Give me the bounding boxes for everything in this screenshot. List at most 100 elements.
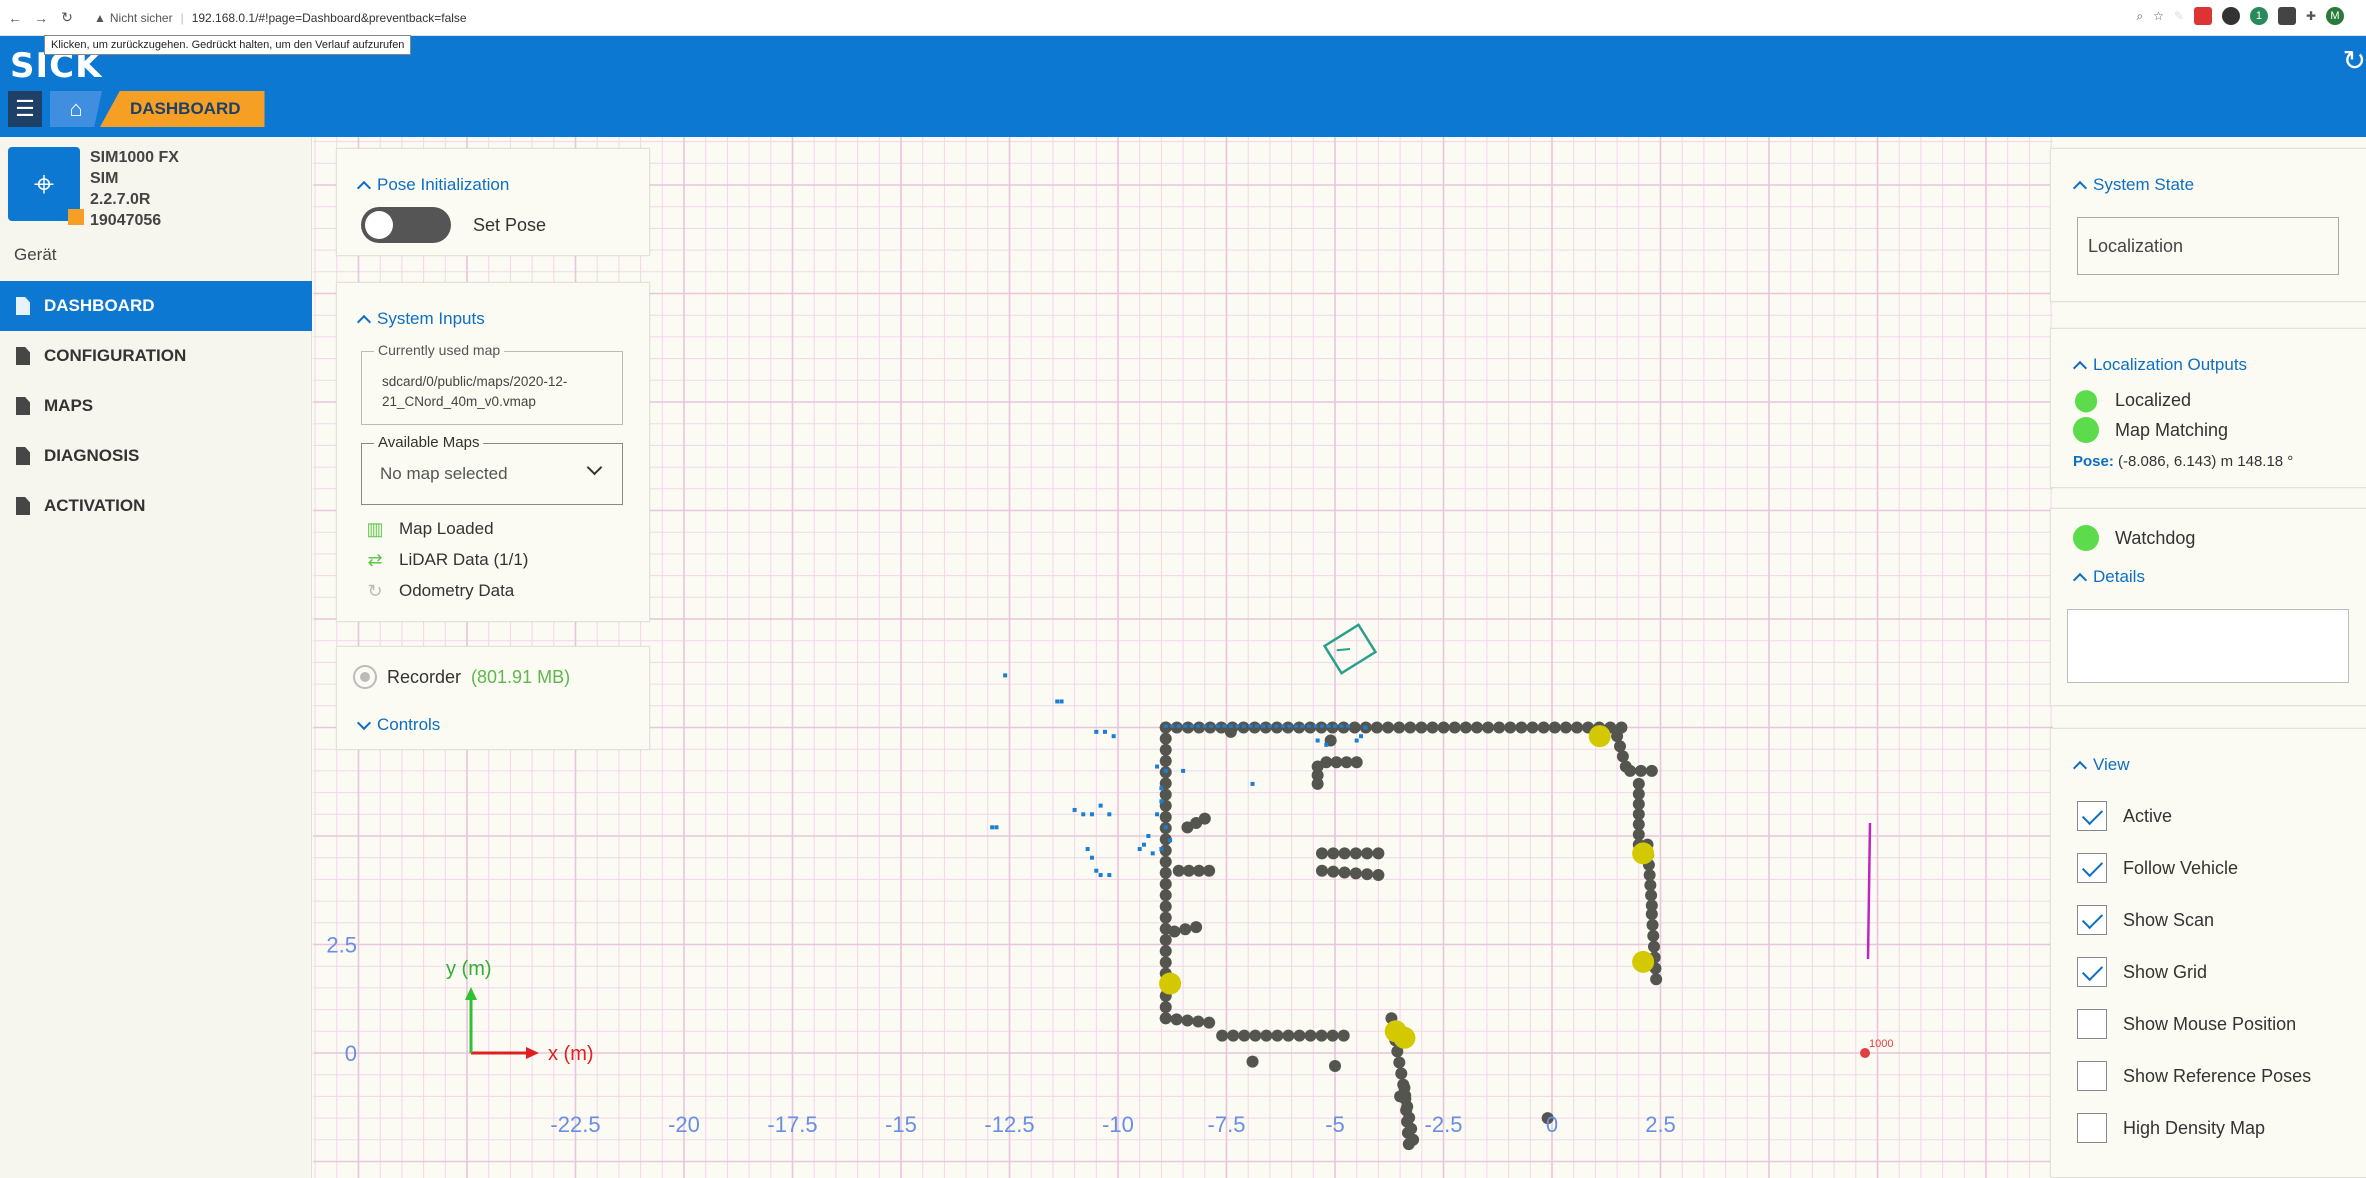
obstacle-point [1634, 764, 1647, 777]
set-pose-label: Set Pose [473, 215, 547, 235]
url-separator: | [180, 10, 184, 25]
scan-point [1168, 838, 1173, 843]
y-axis-label: y (m) [446, 958, 492, 980]
obstacle-point [1372, 847, 1385, 860]
hamburger-menu-button[interactable]: ☰ [8, 91, 42, 127]
reload-icon[interactable]: ↻ [56, 7, 78, 29]
sidebar-item-label: MAPS [44, 396, 94, 415]
sidebar-item-dashboard[interactable]: DASHBOARD [0, 281, 312, 331]
scan-point [1293, 724, 1298, 728]
checkbox[interactable] [2077, 905, 2107, 935]
system-state-header[interactable]: System State [2072, 175, 2194, 195]
extension-grid-icon[interactable] [2277, 7, 2296, 25]
scan-point [1313, 724, 1318, 728]
obstacle-point [1203, 864, 1216, 877]
sidebar-item-diagnosis[interactable]: DIAGNOSIS [0, 431, 312, 481]
extension-faded-icon[interactable]: ✎ [2174, 9, 2184, 23]
reference-marker [1632, 950, 1655, 973]
scan-point [1146, 834, 1151, 838]
obstacle-point [1159, 956, 1172, 969]
option-label: Show Scan [2123, 909, 2215, 930]
view-option-show-grid[interactable]: Show Grid [2077, 957, 2207, 987]
security-indicator[interactable]: ▲ Nicht sicher [94, 11, 173, 25]
system-inputs-panel: System Inputs Currently used map sdcard/… [336, 282, 650, 622]
refresh-icon[interactable]: ↻ [2343, 44, 2366, 77]
set-pose-toggle[interactable] [361, 207, 451, 243]
sidebar: ⌖ SIM1000 FX SIM 2.2.7.0R 19047056 Gerät… [0, 137, 312, 1178]
checkbox[interactable] [2077, 957, 2107, 987]
view-panel: View Active Follow Vehicle Show Scan Sho… [2050, 728, 2366, 1178]
obstacle-point [1329, 1060, 1341, 1073]
obstacle-point [1203, 1016, 1216, 1029]
view-option-show-reference-poses[interactable]: Show Reference Poses [2077, 1061, 2311, 1091]
localization-outputs-panel: Localization Outputs ⬤ Localized Map Mat… [2050, 328, 2366, 488]
current-map-value: sdcard/0/public/maps/2020-12-21_CNord_40… [382, 374, 568, 409]
device-version: 2.2.7.0R [90, 191, 151, 208]
view-header[interactable]: View [2072, 755, 2130, 775]
scan-point [1274, 724, 1279, 728]
obstacle-point [1246, 1055, 1259, 1068]
scan-point [1089, 812, 1094, 817]
sidebar-item-maps[interactable]: MAPS [0, 381, 312, 431]
address-bar[interactable]: 192.168.0.1/#!page=Dashboard&preventback… [192, 11, 467, 25]
pose-readout: Pose: (-8.086, 6.143) m 148.18 ° [2073, 453, 2293, 470]
checkbox[interactable] [2077, 1113, 2107, 1143]
scan-point [1315, 738, 1320, 743]
option-label: Active [2123, 805, 2173, 826]
current-map-label: Currently used map [374, 342, 505, 358]
scan-point [1306, 724, 1311, 728]
pose-initialization-header[interactable]: Pose Initialization [356, 175, 509, 195]
obstacle-point [1227, 1029, 1240, 1042]
origin-marker-label: 1000 [1869, 1038, 1893, 1050]
obstacle-point [1361, 868, 1374, 881]
x-tick-label: 2.5 [1645, 1112, 1676, 1137]
home-button[interactable]: ⌂ [50, 91, 102, 127]
obstacle-point [1515, 721, 1528, 734]
bookmark-star-icon[interactable]: ☆ [2153, 9, 2164, 23]
checkbox[interactable] [2077, 853, 2107, 883]
extension-dark-icon[interactable] [2221, 7, 2240, 25]
zoom-icon[interactable]: ⌕ [2136, 9, 2143, 24]
view-option-follow-vehicle[interactable]: Follow Vehicle [2077, 853, 2238, 883]
recorder-size: (801.91 MB) [471, 666, 571, 687]
extension-red-icon[interactable] [2193, 7, 2212, 25]
back-icon[interactable]: ← [4, 7, 26, 29]
view-option-show-mouse-position[interactable]: Show Mouse Position [2077, 1009, 2296, 1039]
localized-label: Localized [2115, 389, 2192, 410]
scan-point [1254, 724, 1259, 728]
scan-point [1055, 699, 1060, 704]
sidebar-item-activation[interactable]: ACTIVATION [0, 481, 312, 531]
x-tick-label: 0 [1546, 1112, 1558, 1137]
scan-point [1142, 842, 1147, 847]
option-label: Follow Vehicle [2123, 857, 2239, 878]
sidebar-item-label: ACTIVATION [44, 496, 146, 515]
sidebar-item-label: DIAGNOSIS [44, 446, 140, 465]
obstacle-point [1168, 925, 1181, 938]
reference-marker [1393, 1026, 1416, 1049]
view-option-show-scan[interactable]: Show Scan [2077, 905, 2214, 935]
checkbox[interactable] [2077, 801, 2107, 831]
view-option-active[interactable]: Active [2077, 801, 2172, 831]
sidebar-item-configuration[interactable]: CONFIGURATION [0, 331, 312, 381]
chevron-down-icon [356, 715, 372, 730]
puzzle-icon[interactable]: ✚ [2306, 9, 2316, 23]
forward-icon[interactable]: → [30, 7, 52, 29]
obstacle-point [1315, 864, 1328, 877]
warning-icon: ▲ [94, 10, 106, 25]
scan-point [1003, 673, 1008, 678]
checkbox[interactable] [2077, 1061, 2107, 1091]
controls-header[interactable]: Controls [356, 715, 440, 735]
record-icon[interactable] [353, 665, 377, 689]
view-option-high-density-map[interactable]: High Density Map [2077, 1113, 2265, 1143]
extension-badge-icon[interactable]: 1 [2249, 7, 2268, 25]
localization-outputs-header[interactable]: Localization Outputs [2072, 355, 2247, 375]
profile-avatar[interactable]: M [2326, 7, 2344, 25]
breadcrumb-dashboard[interactable]: DASHBOARD [100, 91, 265, 127]
system-inputs-header[interactable]: System Inputs [356, 309, 485, 329]
checkbox[interactable] [2077, 1009, 2107, 1039]
device-serial: 19047056 [90, 212, 162, 229]
details-header[interactable]: Details [2072, 567, 2145, 587]
scan-point [1326, 724, 1331, 728]
available-maps-select[interactable]: Available Maps No map selected [361, 434, 623, 505]
scan-point [1287, 724, 1292, 728]
